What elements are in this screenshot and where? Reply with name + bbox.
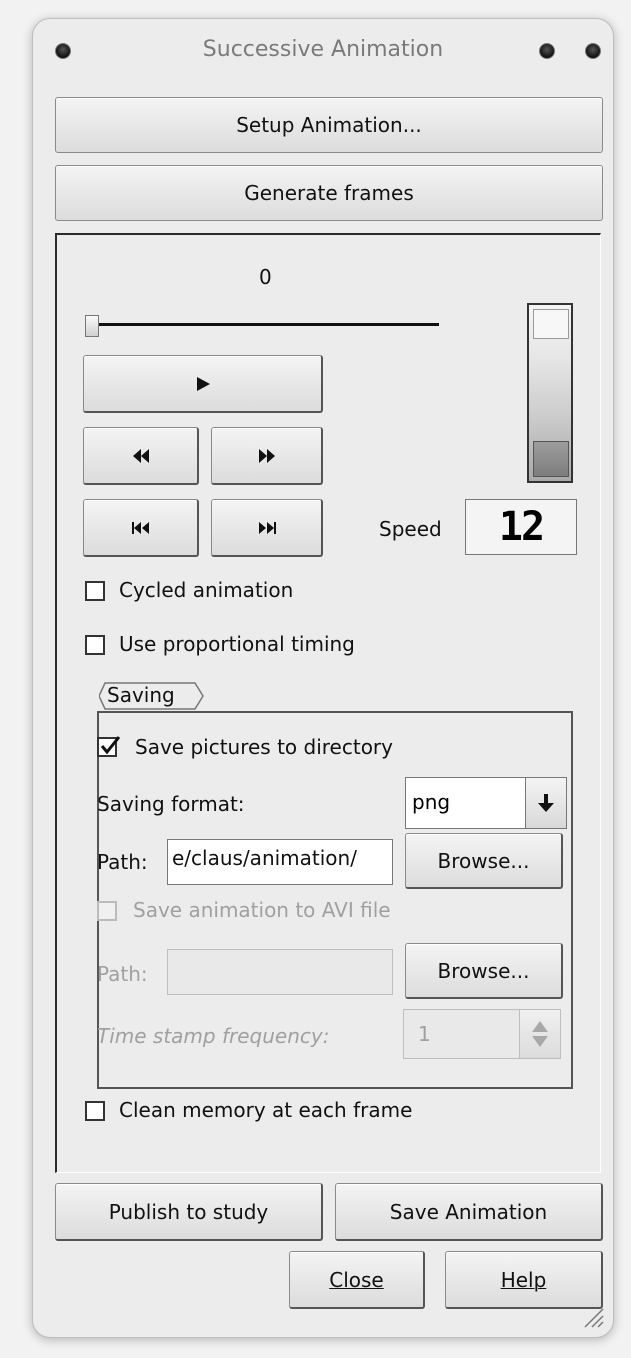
avi-path-label: Path: xyxy=(97,962,148,986)
avi-browse-button[interactable]: Browse... xyxy=(405,943,563,999)
path-label: Path: xyxy=(97,850,148,874)
window-title: Successive Animation xyxy=(202,37,444,62)
skip-to-first-button[interactable] xyxy=(83,499,199,557)
speed-scale-handle[interactable] xyxy=(533,441,569,477)
rewind-icon xyxy=(132,448,149,463)
clean-memory-checkbox[interactable] xyxy=(85,1101,105,1121)
setup-animation-button[interactable]: Setup Animation... xyxy=(55,97,603,153)
maximize-icon[interactable] xyxy=(585,43,601,59)
rewind-button[interactable] xyxy=(83,427,199,485)
browse-button[interactable]: Browse... xyxy=(405,833,563,889)
save-pictures-checkbox[interactable] xyxy=(97,736,121,757)
saving-format-value: png xyxy=(412,790,451,814)
timestamp-frequency-value: 1 xyxy=(418,1022,431,1046)
proportional-timing-checkbox[interactable] xyxy=(85,635,105,655)
publish-to-study-button[interactable]: Publish to study xyxy=(55,1183,323,1241)
skip-to-last-button[interactable] xyxy=(211,499,323,557)
path-input[interactable]: e/claus/animation/ xyxy=(167,839,393,885)
saving-group-label: Saving xyxy=(99,681,204,711)
save-pictures-label: Save pictures to directory xyxy=(135,735,393,759)
frame-value: 0 xyxy=(259,265,272,289)
proportional-timing-label: Use proportional timing xyxy=(119,632,355,656)
play-icon xyxy=(196,376,210,391)
avi-path-input[interactable] xyxy=(167,949,393,995)
cycled-animation-checkbox[interactable] xyxy=(85,581,105,601)
close-label: Close xyxy=(329,1267,384,1292)
speed-value: 12 xyxy=(498,504,545,550)
fast-forward-icon xyxy=(258,448,275,463)
slider-handle[interactable] xyxy=(85,315,99,337)
dropdown-button[interactable] xyxy=(525,778,566,828)
fast-forward-button[interactable] xyxy=(211,427,323,485)
clean-memory-label: Clean memory at each frame xyxy=(119,1098,413,1122)
save-animation-button[interactable]: Save Animation xyxy=(335,1183,603,1241)
saving-format-label: Saving format: xyxy=(97,792,245,816)
checkmark-icon xyxy=(100,736,121,755)
cycled-animation-label: Cycled animation xyxy=(119,578,294,602)
save-avi-checkbox[interactable] xyxy=(97,901,117,921)
speed-label: Speed xyxy=(379,517,442,541)
spin-up-down-icon xyxy=(532,1021,548,1047)
saving-group-title: Saving xyxy=(107,683,175,707)
close-button[interactable]: Close xyxy=(289,1251,425,1309)
arrow-down-icon xyxy=(538,794,554,812)
successive-animation-window: Successive Animation Setup Animation... … xyxy=(32,18,614,1338)
skip-to-last-icon xyxy=(258,521,276,534)
save-avi-label: Save animation to AVI file xyxy=(133,898,391,922)
timestamp-frequency-label: Time stamp frequency: xyxy=(97,1024,330,1048)
resize-grip-icon[interactable] xyxy=(581,1305,605,1329)
skip-to-first-icon xyxy=(131,521,149,534)
spin-buttons[interactable] xyxy=(519,1010,560,1058)
help-button[interactable]: Help xyxy=(445,1251,603,1309)
generate-frames-button[interactable]: Generate frames xyxy=(55,165,603,221)
saving-format-select[interactable]: png xyxy=(405,777,567,829)
slider-track xyxy=(93,323,439,326)
minimize-icon[interactable] xyxy=(539,43,555,59)
play-button[interactable] xyxy=(83,355,323,413)
speed-scale-top xyxy=(533,309,569,339)
timestamp-frequency-spinbox[interactable]: 1 xyxy=(403,1009,561,1059)
speed-display: 12 xyxy=(465,499,577,555)
speed-scale[interactable] xyxy=(527,303,573,483)
frame-slider[interactable] xyxy=(85,315,443,337)
help-label: Help xyxy=(500,1267,547,1292)
